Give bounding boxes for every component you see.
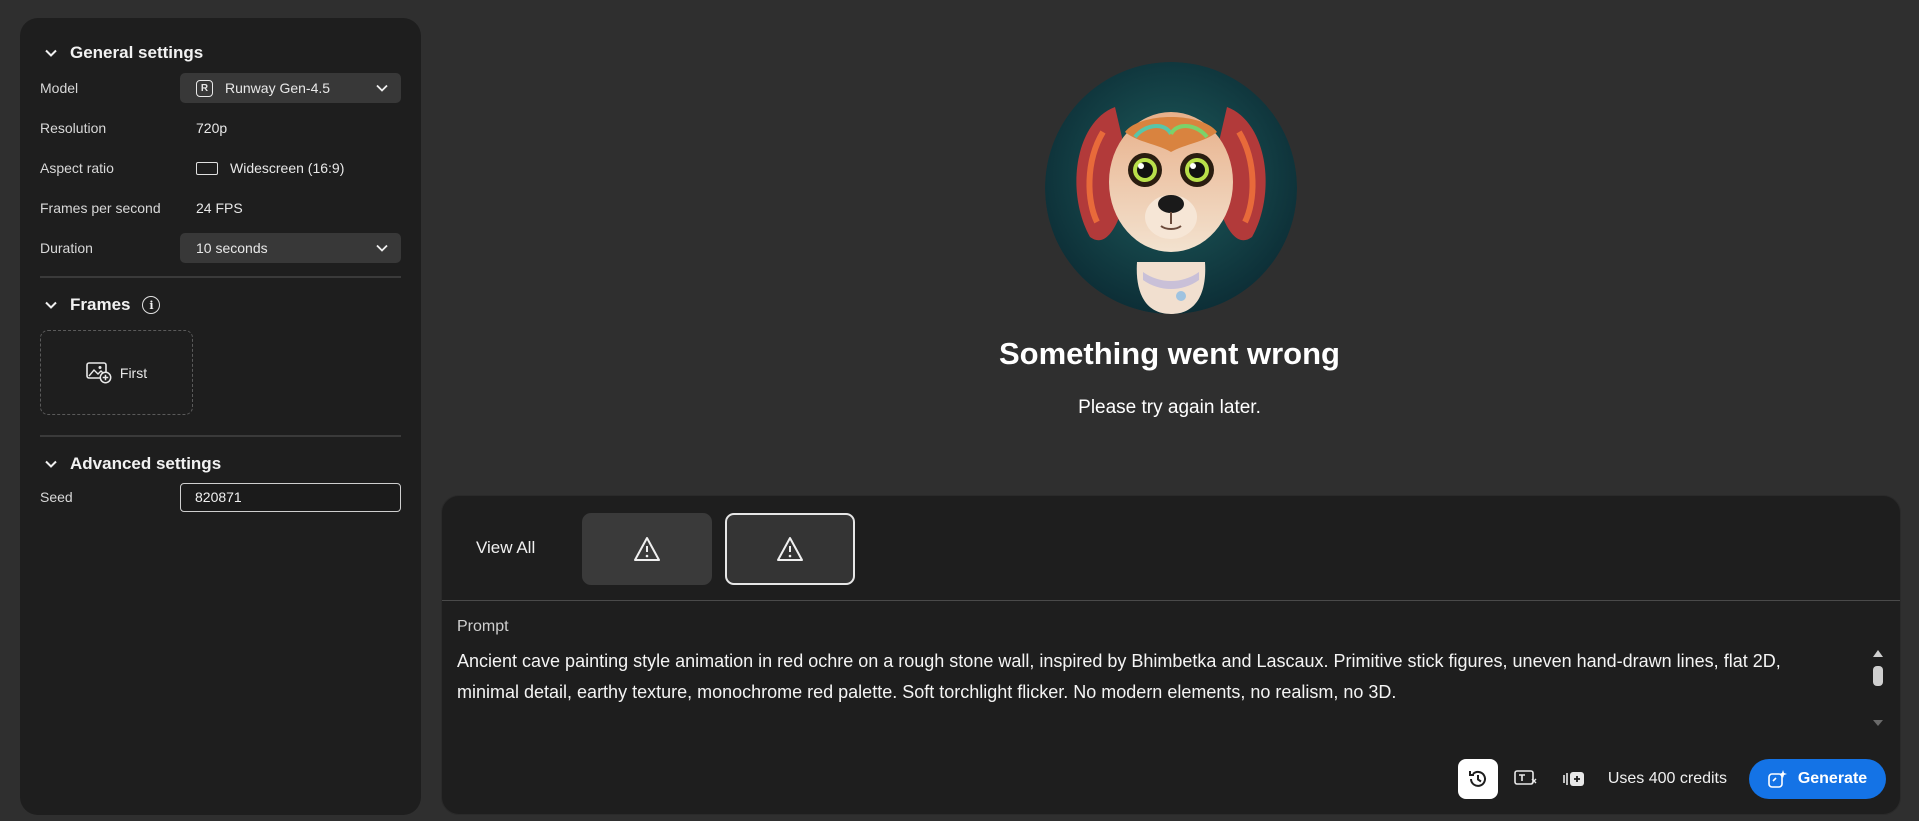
- resolution-value: 720p: [196, 120, 228, 136]
- first-frame-slot[interactable]: First: [40, 330, 193, 415]
- chevron-down-icon: [45, 460, 57, 468]
- first-frame-label: First: [119, 364, 148, 381]
- model-row: Model R Runway Gen-4.5: [40, 68, 401, 108]
- history-strip: View All: [442, 496, 1900, 601]
- history-thumbnail[interactable]: [582, 513, 712, 585]
- video-settings-icon: [1563, 772, 1584, 786]
- widescreen-icon: [196, 161, 218, 175]
- generate-sparkle-icon: [1768, 770, 1787, 788]
- aspect-ratio-text: Widescreen (16:9): [230, 160, 345, 176]
- seed-label: Seed: [40, 489, 73, 505]
- duration-value: 10 seconds: [196, 240, 268, 256]
- seed-row: Seed: [40, 479, 401, 515]
- fps-value: 24 FPS: [196, 200, 243, 216]
- view-all-link[interactable]: View All: [476, 538, 535, 558]
- history-icon: [1468, 770, 1486, 787]
- advanced-settings-title: Advanced settings: [70, 454, 222, 473]
- general-settings-title: General settings: [70, 43, 204, 62]
- text-effects-icon: [1514, 770, 1537, 785]
- error-message: Please try again later.: [1078, 397, 1261, 418]
- model-select[interactable]: R Runway Gen-4.5: [180, 73, 401, 103]
- advanced-settings-header[interactable]: Advanced settings: [40, 449, 401, 479]
- aspect-ratio-label: Aspect ratio: [40, 160, 114, 176]
- history-button[interactable]: [1457, 759, 1498, 799]
- resolution-label: Resolution: [40, 120, 107, 136]
- general-settings-header[interactable]: General settings: [40, 38, 401, 68]
- duration-label: Duration: [40, 240, 93, 256]
- settings-panel: General settings Model R Runway Gen-4.5 …: [20, 18, 421, 815]
- prompt-scrollbar[interactable]: [1870, 646, 1886, 728]
- warning-icon: [634, 537, 660, 561]
- add-image-icon: [86, 361, 112, 383]
- text-effects-button[interactable]: [1506, 759, 1546, 799]
- seed-input[interactable]: [180, 482, 401, 512]
- runway-logo-icon: R: [196, 79, 213, 97]
- duration-select[interactable]: 10 seconds: [180, 233, 401, 263]
- frames-header[interactable]: Frames i: [40, 290, 401, 320]
- generate-label: Generate: [1797, 770, 1868, 787]
- resolution-row: Resolution 720p: [40, 108, 401, 148]
- info-icon[interactable]: i: [142, 296, 161, 314]
- aspect-ratio-row: Aspect ratio Widescreen (16:9): [40, 148, 401, 188]
- warning-icon: [777, 537, 803, 561]
- prompt-textarea[interactable]: Ancient cave painting style animation in…: [457, 646, 1837, 708]
- frames-title: Frames: [70, 295, 131, 314]
- fps-row: Frames per second 24 FPS: [40, 188, 401, 228]
- chevron-down-icon: [376, 84, 388, 92]
- error-illustration: [1045, 62, 1297, 314]
- chevron-down-icon: [376, 244, 388, 252]
- chevron-down-icon: [45, 49, 57, 57]
- divider: [40, 435, 401, 437]
- model-value: Runway Gen-4.5: [225, 80, 331, 96]
- history-thumbnail-selected[interactable]: [725, 513, 855, 585]
- divider: [40, 276, 401, 278]
- credits-label: Uses 400 credits: [1607, 770, 1727, 787]
- prompt-label: Prompt: [457, 618, 509, 635]
- duration-row: Duration 10 seconds: [40, 228, 401, 268]
- fps-label: Frames per second: [40, 200, 161, 216]
- aspect-ratio-value: Widescreen (16:9): [180, 160, 344, 176]
- prompt-card: View All Prompt Ancient cave painting st…: [441, 495, 1901, 815]
- video-settings-button[interactable]: [1554, 759, 1594, 799]
- generate-button[interactable]: Generate: [1749, 759, 1886, 799]
- chevron-down-icon: [45, 301, 57, 309]
- model-label: Model: [40, 80, 79, 96]
- error-title: Something went wrong: [999, 336, 1340, 371]
- prompt-footer: Uses 400 credits Generate: [1450, 759, 1886, 799]
